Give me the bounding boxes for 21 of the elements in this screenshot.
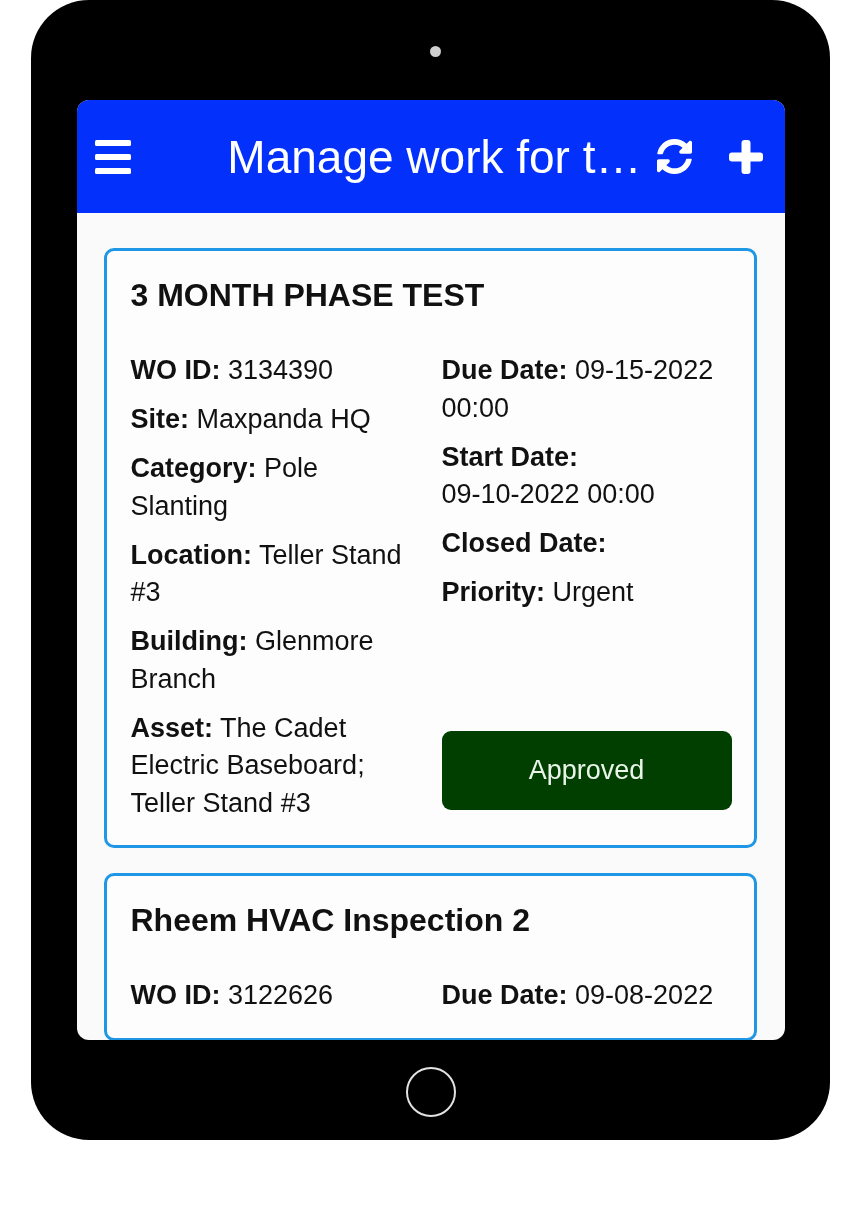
menu-icon[interactable] bbox=[94, 139, 131, 174]
camera-dot-icon bbox=[430, 46, 441, 57]
home-button[interactable] bbox=[405, 1067, 456, 1117]
status-button[interactable]: Approved bbox=[441, 731, 732, 810]
detail-text: Closed Date: bbox=[441, 527, 608, 560]
detail-text: Priority: Urgent bbox=[441, 576, 635, 609]
card-title: Rheem HVAC Inspection 2 bbox=[130, 901, 531, 940]
detail-text: Due Date: 09-08-2022 bbox=[441, 979, 715, 1012]
detail-text: WO ID: 3134390 bbox=[130, 354, 335, 387]
detail-text: Asset: The Cadet Electric Baseboard; Teller Stand #3 bbox=[130, 711, 366, 820]
detail-text: WO ID: 3122626 bbox=[130, 979, 335, 1012]
detail-text: Site: Maxpanda HQ bbox=[130, 403, 372, 436]
header-title: Manage work for t… bbox=[226, 129, 642, 185]
refresh-icon[interactable] bbox=[656, 139, 692, 174]
detail-text: Start Date: 09-10-2022 00:00 bbox=[441, 440, 656, 511]
detail-text: Due Date: 09-15-2022 00:00 bbox=[441, 354, 715, 425]
detail-text: Building: Glenmore Branch bbox=[130, 625, 375, 696]
detail-text: Category: Pole Slanting bbox=[130, 452, 320, 523]
plus-icon[interactable] bbox=[728, 139, 763, 174]
card-title: 3 MONTH PHASE TEST bbox=[130, 276, 486, 315]
detail-text: Location: Teller Stand #3 bbox=[130, 538, 403, 609]
